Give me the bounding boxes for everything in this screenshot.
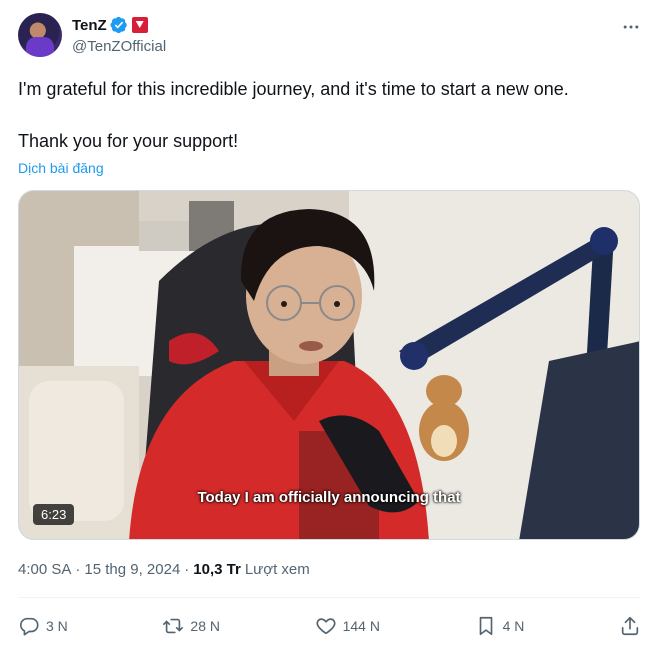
meta-separator: · [75, 561, 81, 578]
retweet-icon [163, 618, 184, 634]
verified-badge-icon [110, 16, 127, 34]
tweet-text: I'm grateful for this incredible journey… [18, 77, 638, 153]
bookmark-icon [479, 616, 492, 636]
tweet-line-2: Thank you for your support! [18, 131, 239, 151]
bookmark-button[interactable]: 4 N [475, 615, 525, 637]
user-handle[interactable]: @TenZOfficial [72, 38, 166, 55]
share-icon [621, 616, 639, 636]
reply-icon [20, 617, 39, 636]
meta-separator: · [184, 561, 190, 578]
like-count: 144 N [342, 618, 380, 634]
display-name[interactable]: TenZ [72, 17, 107, 34]
video-duration: 6:23 [33, 504, 75, 525]
reply-button[interactable]: 3 N [18, 615, 68, 637]
action-bar: 3 N 28 N 144 N 4 N [18, 610, 641, 642]
video-caption: Today I am officially announcing that [197, 489, 461, 506]
tweet-meta: 4:00 SA · 15 thg 9, 2024 · 10,3 Tr Lượt … [18, 561, 310, 578]
heart-icon [316, 618, 336, 635]
affiliate-badge-icon[interactable] [131, 17, 148, 33]
views-count: 10,3 Tr [193, 561, 241, 578]
tweet-line-1: I'm grateful for this incredible journey… [18, 79, 569, 99]
share-button[interactable] [619, 615, 641, 637]
author-info: TenZ @TenZOfficial [72, 15, 166, 56]
video-player[interactable]: Today I am officially announcing that 6:… [18, 190, 640, 540]
video-thumbnail [19, 191, 639, 539]
reply-count: 3 N [46, 618, 68, 634]
tweet-card: TenZ @TenZOfficial I'm grateful for this… [0, 0, 659, 653]
divider [18, 597, 641, 598]
avatar[interactable] [18, 13, 62, 57]
like-button[interactable]: 144 N [315, 615, 380, 637]
bookmark-count: 4 N [502, 618, 525, 634]
more-horizontal-icon[interactable] [621, 17, 641, 37]
tweet-time[interactable]: 4:00 SA [18, 561, 71, 578]
views-label: Lượt xem [244, 561, 310, 578]
retweet-button[interactable]: 28 N [162, 615, 220, 637]
retweet-count: 28 N [190, 618, 220, 634]
tweet-date[interactable]: 15 thg 9, 2024 [84, 561, 180, 578]
name-row: TenZ [72, 15, 166, 35]
translate-link[interactable]: Dịch bài đăng [18, 160, 104, 176]
tweet-header: TenZ @TenZOfficial [18, 13, 645, 59]
